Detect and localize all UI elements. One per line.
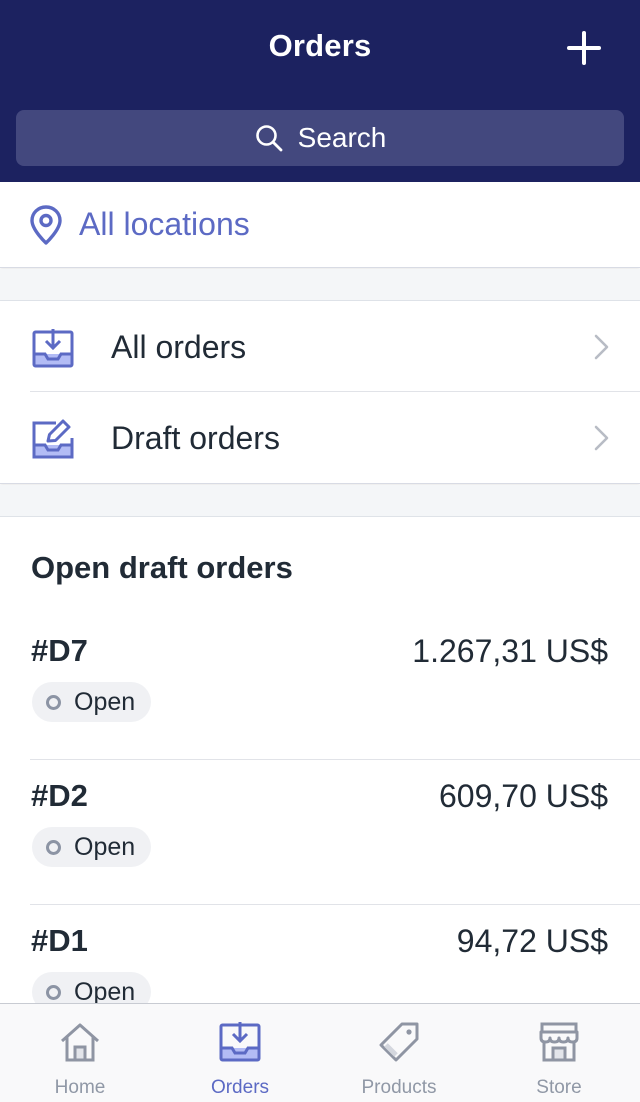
orders-icon [218, 1020, 262, 1064]
store-icon [537, 1020, 581, 1064]
draft-order-row[interactable]: #D7 1.267,31 US$ Open [0, 615, 640, 760]
status-dot-icon [46, 839, 61, 855]
menu-item-label: Draft orders [111, 420, 280, 456]
top-navigation-bar: Orders Search [0, 0, 640, 182]
home-icon [58, 1020, 102, 1064]
location-filter-label: All locations [79, 206, 250, 242]
order-amount: 94,72 US$ [456, 923, 608, 959]
search-bar[interactable]: Search [16, 110, 624, 166]
status-label: Open [74, 832, 136, 861]
order-amount: 1.267,31 US$ [412, 633, 608, 669]
orders-menu: All orders Draft orders [0, 301, 640, 484]
status-badge: Open [32, 827, 152, 867]
draft-edit-icon [32, 418, 74, 460]
order-id: #D1 [31, 923, 88, 958]
order-id: #D7 [31, 633, 88, 668]
tab-store[interactable]: Store [479, 1004, 639, 1102]
menu-item-draft-orders[interactable]: Draft orders [0, 392, 640, 483]
search-placeholder: Search [297, 122, 387, 153]
draft-order-row[interactable]: #D2 609,70 US$ Open [0, 760, 640, 905]
section-heading: Open draft orders [31, 550, 293, 585]
menu-item-label: All orders [111, 329, 247, 365]
plus-icon [567, 31, 601, 65]
search-icon [254, 123, 284, 153]
tab-label: Store [536, 1077, 582, 1098]
tab-home[interactable]: Home [0, 1004, 160, 1102]
chevron-right-icon [592, 332, 612, 362]
status-badge: Open [32, 682, 152, 722]
tab-label: Home [54, 1077, 106, 1098]
tag-icon [377, 1020, 421, 1064]
menu-item-all-orders[interactable]: All orders [0, 301, 640, 392]
location-pin-icon [28, 204, 64, 246]
section-spacer [0, 269, 640, 301]
add-order-button[interactable] [560, 24, 608, 72]
tab-label: Orders [210, 1077, 270, 1098]
tab-label: Products [361, 1077, 437, 1098]
status-label: Open [74, 687, 136, 716]
inbox-download-icon [32, 327, 74, 369]
tab-orders[interactable]: Orders [160, 1004, 320, 1102]
chevron-right-icon [592, 423, 612, 453]
status-dot-icon [46, 984, 61, 1000]
tab-products[interactable]: Products [319, 1004, 479, 1102]
order-id: #D2 [31, 778, 88, 813]
section-spacer [0, 485, 640, 517]
status-dot-icon [46, 694, 61, 710]
page-title: Orders [268, 28, 372, 63]
bottom-tab-bar: Home Orders Products Store [0, 1003, 640, 1102]
location-filter[interactable]: All locations [0, 182, 640, 268]
order-amount: 609,70 US$ [438, 778, 608, 814]
